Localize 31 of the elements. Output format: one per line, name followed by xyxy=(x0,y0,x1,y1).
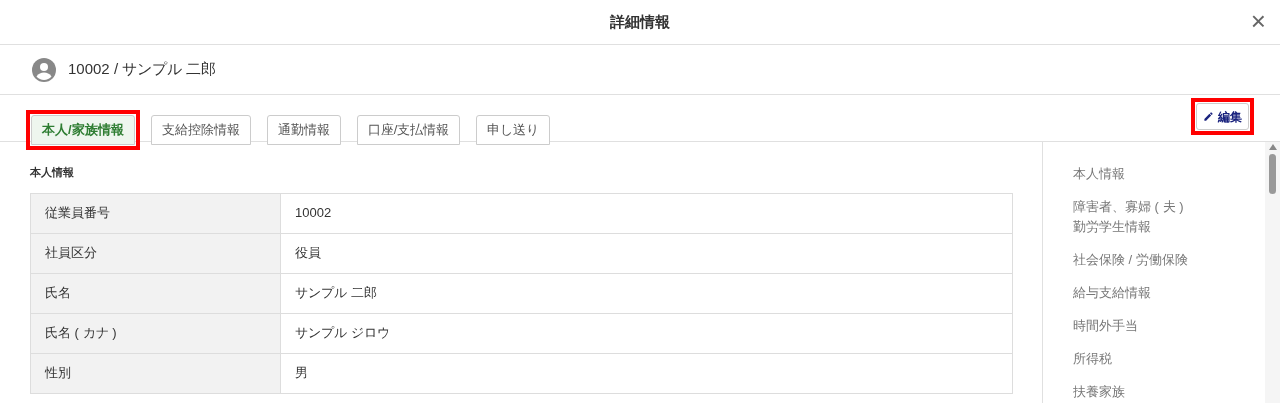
field-label: 氏名 xyxy=(31,273,281,313)
tab[interactable]: 通勤情報 xyxy=(266,115,341,145)
field-label: 従業員番号 xyxy=(31,193,281,233)
pencil-icon xyxy=(1203,111,1214,122)
field-label: 氏名 ( カナ ) xyxy=(31,313,281,353)
field-value: 10002 xyxy=(281,193,1013,233)
field-value: 男 xyxy=(281,353,1013,393)
tab[interactable]: 支給控除情報 xyxy=(150,115,251,145)
dialog-title: 詳細情報 xyxy=(610,11,670,32)
user-icon xyxy=(32,57,56,82)
section-title: 本人情報 xyxy=(30,165,75,180)
nav-link[interactable]: 給与支給情報 xyxy=(1073,283,1265,303)
nav-link[interactable]: 扶養家族 xyxy=(1073,382,1265,402)
edit-button[interactable]: 編集 xyxy=(1196,103,1249,130)
field-value: 役員 xyxy=(281,233,1013,273)
nav-link[interactable]: 時間外手当 xyxy=(1073,316,1265,336)
close-button[interactable]: × xyxy=(1250,8,1266,34)
scrollbar-thumb[interactable] xyxy=(1269,154,1276,194)
field-label: 性別 xyxy=(31,353,281,393)
field-value: サンプル ジロウ xyxy=(281,313,1013,353)
nav-link[interactable]: 障害者、寡婦 ( 夫 ) 勤労学生情報 xyxy=(1073,197,1265,237)
nav-link[interactable]: 所得税 xyxy=(1073,349,1265,369)
tab[interactable]: 本人/家族情報 xyxy=(31,115,135,145)
field-label: 社員区分 xyxy=(31,233,281,273)
nav-link[interactable]: 本人情報 xyxy=(1073,164,1265,184)
scroll-up-icon[interactable] xyxy=(1268,144,1277,150)
field-value: サンプル 二郎 xyxy=(281,273,1013,313)
nav-link[interactable]: 社会保険 / 労働保険 xyxy=(1073,250,1265,270)
tab[interactable]: 申し送り xyxy=(476,115,551,145)
tab[interactable]: 口座/支払情報 xyxy=(356,115,461,145)
employee-title: 10002 / サンプル 二郎 xyxy=(68,59,217,80)
